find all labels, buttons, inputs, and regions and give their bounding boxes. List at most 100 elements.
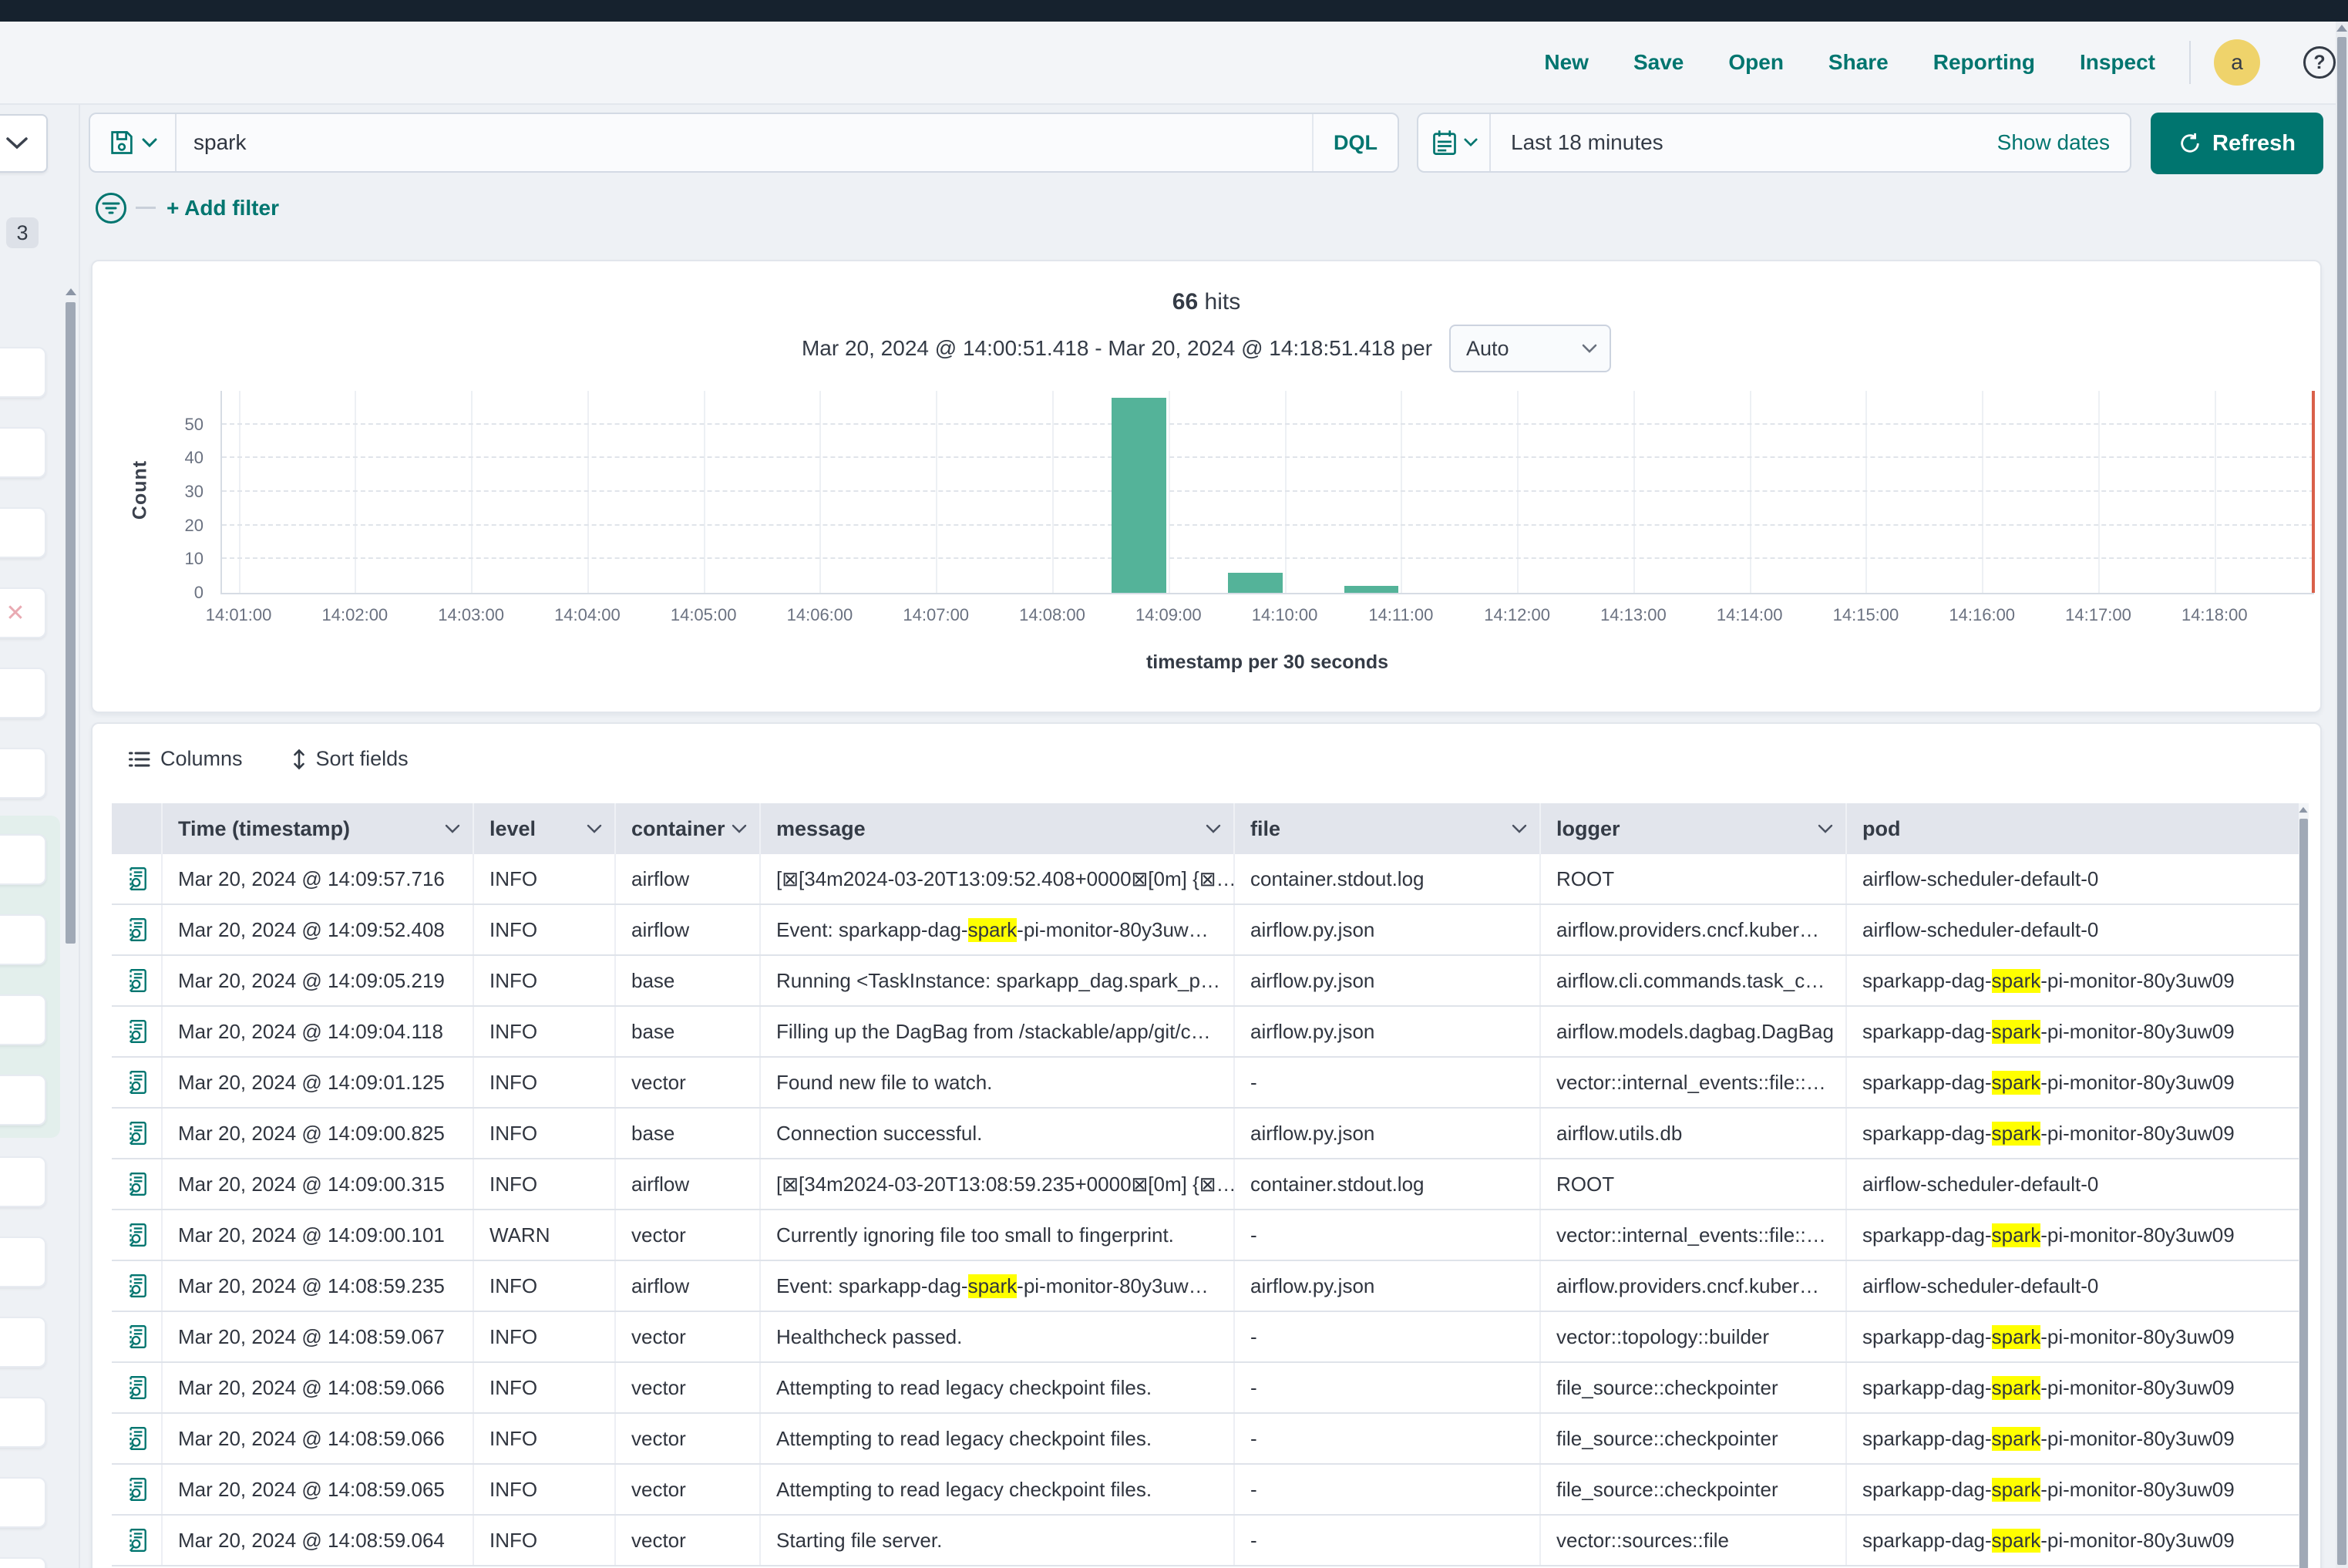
cell-message: [⊠[34m2024-03-20T13:09:52.408+0000⊠[0m] … (761, 854, 1235, 903)
search-input[interactable]: spark (177, 130, 1312, 155)
column-header-message[interactable]: message (761, 803, 1235, 854)
nav-save[interactable]: Save (1633, 50, 1684, 75)
cell-time: Mar 20, 2024 @ 14:09:57.716 (163, 854, 474, 903)
rail-scrollbar[interactable] (66, 302, 76, 944)
expand-document-button[interactable] (112, 1210, 163, 1260)
field-item-button[interactable] (0, 1075, 46, 1126)
cell-container: base (616, 956, 761, 1005)
avatar[interactable]: a (2214, 39, 2260, 86)
refresh-button[interactable]: Refresh (2151, 113, 2323, 174)
help-icon[interactable]: ? (2303, 46, 2336, 79)
inspect-document-icon (123, 866, 150, 892)
cell-time: Mar 20, 2024 @ 14:09:04.118 (163, 1007, 474, 1056)
field-item-button[interactable] (0, 748, 46, 799)
cell-file: - (1235, 1465, 1541, 1514)
cell-container: airflow (616, 905, 761, 954)
interval-select[interactable]: Auto (1449, 325, 1611, 372)
field-item-button[interactable] (0, 1557, 46, 1568)
show-dates-button[interactable]: Show dates (1997, 130, 2130, 155)
field-item-button[interactable] (0, 1156, 46, 1207)
cell-file: airflow.py.json (1235, 1109, 1541, 1158)
filter-menu-button[interactable] (96, 193, 126, 224)
y-gridline (222, 456, 2314, 458)
cell-pod: airflow-scheduler-default-0 (1847, 905, 2300, 954)
expand-document-button[interactable] (112, 1465, 163, 1514)
save-icon (108, 129, 136, 156)
field-item-button[interactable] (0, 507, 46, 558)
sidebar-collapse-button[interactable] (0, 114, 48, 173)
sort-fields-button[interactable]: Sort fields (292, 747, 409, 771)
cell-message: [⊠[34m2024-03-20T13:08:59.235+0000⊠[0m] … (761, 1159, 1235, 1209)
table-body: Mar 20, 2024 @ 14:09:57.716INFOairflow[⊠… (112, 854, 2300, 1566)
saved-query-menu-button[interactable] (90, 114, 177, 171)
page-scrollbar[interactable] (2337, 37, 2346, 1565)
field-item-button[interactable] (0, 1477, 46, 1528)
x-tick-label: 14:05:00 (671, 605, 737, 625)
expand-document-button[interactable] (112, 1363, 163, 1412)
nav-inspect[interactable]: Inspect (2080, 50, 2155, 75)
x-gridline (936, 391, 937, 593)
cell-time: Mar 20, 2024 @ 14:08:59.067 (163, 1312, 474, 1361)
nav-open[interactable]: Open (1728, 50, 1784, 75)
columns-button[interactable]: Columns (129, 747, 243, 771)
histogram-bar[interactable] (1344, 586, 1398, 593)
table-scrollbar[interactable] (2299, 819, 2308, 1568)
column-header-file[interactable]: file (1235, 803, 1541, 854)
remove-field-icon[interactable]: ✕ (5, 600, 25, 627)
expand-document-button[interactable] (112, 1109, 163, 1158)
x-gridline (1052, 391, 1054, 593)
expand-document-button[interactable] (112, 1007, 163, 1056)
field-item-button[interactable] (0, 1237, 46, 1287)
column-header-logger[interactable]: logger (1541, 803, 1847, 854)
quick-select-menu-button[interactable] (1418, 114, 1491, 171)
column-header-time-timestamp[interactable]: Time (timestamp) (163, 803, 474, 854)
expand-document-button[interactable] (112, 1414, 163, 1463)
expand-document-button[interactable] (112, 1312, 163, 1361)
add-filter-button[interactable]: + Add filter (167, 196, 279, 220)
nav-reporting[interactable]: Reporting (1933, 50, 2035, 75)
field-item-button[interactable] (0, 994, 46, 1045)
histogram-bar[interactable] (1228, 573, 1282, 593)
expand-document-button[interactable] (112, 854, 163, 903)
cell-file: - (1235, 1312, 1541, 1361)
expand-document-button[interactable] (112, 1516, 163, 1565)
histogram-plot[interactable]: 14:01:0014:02:0014:03:0014:04:0014:05:00… (220, 391, 2314, 594)
field-item-button[interactable]: ✕ (0, 587, 46, 638)
table-header-row: Time (timestamp)levelcontainermessagefil… (112, 803, 2300, 854)
rail-scroll-up-arrow[interactable] (66, 288, 76, 295)
x-gridline (587, 391, 589, 593)
column-header-level[interactable]: level (474, 803, 616, 854)
cell-pod: sparkapp-dag-spark-pi-monitor-80y3uw09 (1847, 1058, 2300, 1107)
time-range-value[interactable]: Last 18 minutes (1491, 130, 1997, 155)
table-scroll-up-arrow[interactable] (2299, 807, 2307, 813)
field-item-button[interactable] (0, 1397, 46, 1448)
histogram-bar[interactable] (1112, 398, 1166, 593)
nav-share[interactable]: Share (1828, 50, 1889, 75)
expand-document-button[interactable] (112, 1058, 163, 1107)
hits-number: 66 (1172, 289, 1198, 315)
page-scroll-up-arrow[interactable] (2336, 25, 2347, 32)
documents-table-panel: Columns Sort fields Time (timestamp)leve… (91, 722, 2322, 1568)
field-item-button[interactable] (0, 427, 46, 478)
column-header-container[interactable]: container (616, 803, 761, 854)
cell-container: base (616, 1007, 761, 1056)
field-item-button[interactable] (0, 914, 46, 965)
field-item-button[interactable] (0, 1317, 46, 1368)
cell-container: vector (616, 1058, 761, 1107)
query-language-button[interactable]: DQL (1312, 114, 1398, 171)
expand-document-button[interactable] (112, 1261, 163, 1311)
table-row: Mar 20, 2024 @ 14:09:04.118INFObaseFilli… (112, 1007, 2300, 1058)
expand-document-button[interactable] (112, 905, 163, 954)
x-tick-label: 14:11:00 (1368, 605, 1433, 625)
expand-document-button[interactable] (112, 956, 163, 1005)
time-range-subtitle-row: Mar 20, 2024 @ 14:00:51.418 - Mar 20, 20… (93, 325, 2320, 372)
field-item-button[interactable] (0, 668, 46, 718)
nav-new[interactable]: New (1544, 50, 1589, 75)
cell-pod: sparkapp-dag-spark-pi-monitor-80y3uw09 (1847, 1312, 2300, 1361)
cell-logger: vector::internal_events::file::… (1541, 1058, 1847, 1107)
table-row: Mar 20, 2024 @ 14:09:52.408INFOairflowEv… (112, 905, 2300, 956)
expand-document-button[interactable] (112, 1159, 163, 1209)
cell-container: airflow (616, 1159, 761, 1209)
field-item-button[interactable] (0, 834, 46, 885)
field-item-button[interactable] (0, 347, 46, 398)
